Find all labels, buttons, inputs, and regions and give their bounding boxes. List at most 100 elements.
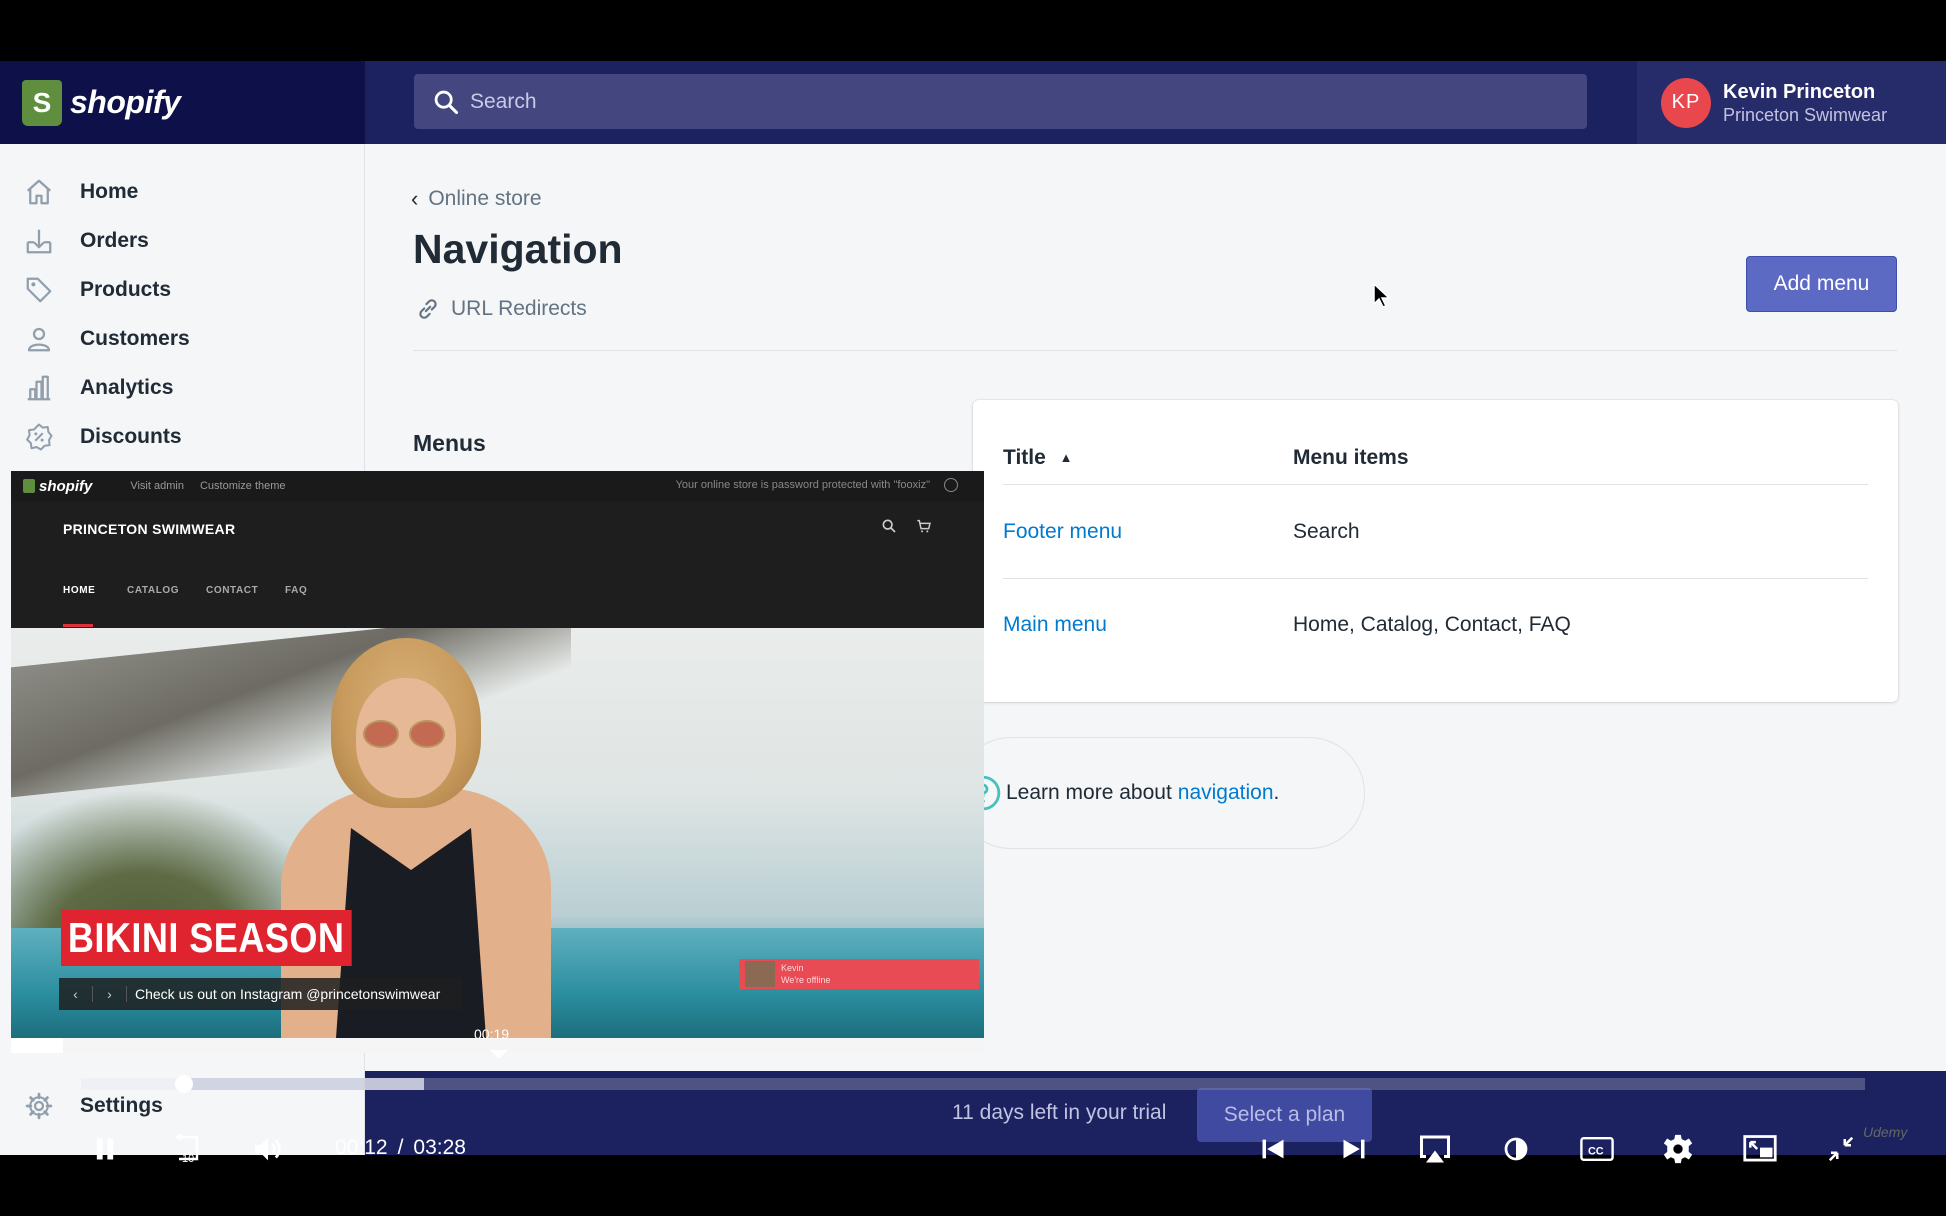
next-lecture-button[interactable] xyxy=(1334,1129,1374,1169)
avatar: KP xyxy=(1661,77,1711,128)
search-input[interactable]: Search xyxy=(414,74,1587,129)
preview-active-underline xyxy=(63,624,93,627)
playback-time: 00:12/03:28 xyxy=(335,1136,466,1159)
seek-bar[interactable] xyxy=(81,1078,1865,1090)
shopify-bag-icon: S xyxy=(22,79,62,126)
discount-icon xyxy=(22,420,56,454)
preview-hero-image: BIKINI SEASON ‹ › Check us out on Instag… xyxy=(11,628,984,1038)
sidebar-item-orders[interactable]: Orders xyxy=(22,221,149,261)
tag-icon xyxy=(22,273,56,307)
volume-icon xyxy=(255,1137,281,1161)
footer-menu-items: Search xyxy=(1293,520,1360,543)
theater-mode-button[interactable] xyxy=(1496,1129,1536,1169)
sidebar-item-analytics[interactable]: Analytics xyxy=(22,368,173,408)
navigation-help-link[interactable]: navigation xyxy=(1178,781,1274,805)
skip-back-icon xyxy=(1262,1139,1284,1159)
breadcrumb[interactable]: ‹ Online store xyxy=(411,186,542,212)
user-name: Kevin Princeton xyxy=(1723,80,1876,103)
udemy-watermark: Udemy xyxy=(1863,1124,1908,1140)
bar-chart-icon xyxy=(22,371,56,405)
rewind-10-icon: 10 xyxy=(175,1133,199,1165)
gear-icon xyxy=(1663,1134,1693,1164)
airplay-icon xyxy=(1420,1135,1450,1163)
page-title: Navigation xyxy=(413,226,623,272)
preview-nav-faq: FAQ xyxy=(285,585,308,596)
main-menu-link[interactable]: Main menu xyxy=(1003,613,1107,637)
preview-shopify-logo: shopify xyxy=(23,478,108,495)
preview-prev-icon: ‹ xyxy=(59,986,93,1002)
store-name: Princeton Swimwear xyxy=(1723,104,1888,125)
logo-text: shopify xyxy=(70,84,181,120)
sidebar-item-products[interactable]: Products xyxy=(22,270,171,310)
preview-chat-avatar xyxy=(745,961,775,987)
volume-button[interactable] xyxy=(248,1129,288,1169)
sort-asc-icon: ▲ xyxy=(1059,450,1073,465)
pause-icon xyxy=(96,1138,114,1160)
pip-icon xyxy=(1743,1135,1777,1162)
person-icon xyxy=(22,322,56,356)
add-menu-button[interactable]: Add menu xyxy=(1746,256,1897,312)
sidebar-item-home[interactable]: Home xyxy=(22,172,138,212)
picture-in-picture-button[interactable] xyxy=(1740,1129,1780,1169)
menus-table: Title ▲ Menu items Footer menu Search Ma… xyxy=(973,400,1898,702)
current-time: 00:12 xyxy=(335,1136,388,1159)
trial-text: 11 days left in your trial xyxy=(952,1101,1167,1124)
preview-nav-catalog: CATALOG xyxy=(127,585,180,596)
rewind-10-button[interactable]: 10 xyxy=(167,1129,207,1169)
sidebar-item-customers[interactable]: Customers xyxy=(22,319,190,359)
skip-forward-icon xyxy=(1343,1139,1365,1159)
captions-icon: CC xyxy=(1580,1137,1614,1161)
shopify-logo[interactable]: S shopify xyxy=(0,61,365,144)
preview-store-header: PRINCETON SWIMWEAR HOME CATALOG CONTACT … xyxy=(11,501,984,628)
seek-preview-thumbnail: shopify Visit admin Customize theme Your… xyxy=(11,471,984,1053)
preview-search-icon xyxy=(882,519,896,533)
top-bar: S shopify Search KP Kevin Princeton Prin… xyxy=(0,61,1946,144)
contrast-icon xyxy=(1504,1137,1528,1161)
preview-customize-theme: Customize theme xyxy=(199,480,286,492)
preview-caption: ‹ › Check us out on Instagram @princeton… xyxy=(59,978,462,1010)
captions-button[interactable]: CC xyxy=(1577,1129,1617,1169)
title-column-header[interactable]: Title ▲ xyxy=(1003,446,1073,470)
chevron-left-icon: ‹ xyxy=(411,186,419,211)
seek-bar-played xyxy=(81,1078,185,1090)
preview-brand: PRINCETON SWIMWEAR xyxy=(63,521,236,537)
user-menu[interactable]: KP Kevin Princeton Princeton Swimwear xyxy=(1637,61,1946,144)
footer-menu-link[interactable]: Footer menu xyxy=(1003,520,1122,544)
mouse-cursor-icon xyxy=(1373,282,1391,308)
divider xyxy=(413,350,1897,351)
settings-button[interactable] xyxy=(1658,1129,1698,1169)
exit-fullscreen-button[interactable] xyxy=(1821,1129,1861,1169)
pause-button[interactable] xyxy=(85,1129,125,1169)
preview-nav-home: HOME xyxy=(63,585,96,596)
link-icon xyxy=(419,299,437,319)
duration: 03:28 xyxy=(413,1136,466,1159)
menu-items-column-header: Menu items xyxy=(1293,446,1409,469)
preview-password-notice: Your online store is password protected … xyxy=(675,479,930,491)
menus-section-title: Menus xyxy=(413,430,486,456)
preview-chat-widget: Kevin We're offline xyxy=(739,959,979,989)
svg-text:10: 10 xyxy=(182,1153,194,1165)
preview-visit-admin: Visit admin xyxy=(130,480,184,492)
row-divider xyxy=(1003,578,1868,579)
home-icon xyxy=(22,175,56,209)
sidebar-item-settings[interactable]: Settings xyxy=(22,1089,163,1123)
url-redirects-link[interactable]: URL Redirects xyxy=(415,296,587,322)
exit-fullscreen-icon xyxy=(1828,1136,1854,1162)
airplay-button[interactable] xyxy=(1415,1129,1455,1169)
main-menu-items: Home, Catalog, Contact, FAQ xyxy=(1293,613,1571,636)
svg-text:CC: CC xyxy=(1588,1145,1604,1157)
preview-cart-icon xyxy=(917,519,931,533)
orders-icon xyxy=(22,224,56,258)
preview-next-icon: › xyxy=(93,986,127,1002)
sidebar-item-discounts[interactable]: Discounts xyxy=(22,417,182,457)
header-divider xyxy=(1003,484,1868,485)
seek-hover-time: 00:19 xyxy=(474,1026,510,1042)
preview-nav-contact: CONTACT xyxy=(206,585,259,596)
gear-icon xyxy=(22,1089,56,1123)
preview-banner: BIKINI SEASON xyxy=(61,910,352,966)
previous-lecture-button[interactable] xyxy=(1253,1129,1293,1169)
seek-tooltip-arrow xyxy=(490,1050,508,1059)
preview-close-icon xyxy=(944,478,958,492)
search-icon xyxy=(434,90,459,115)
learn-more-callout: Learn more about navigation. xyxy=(955,737,1365,849)
